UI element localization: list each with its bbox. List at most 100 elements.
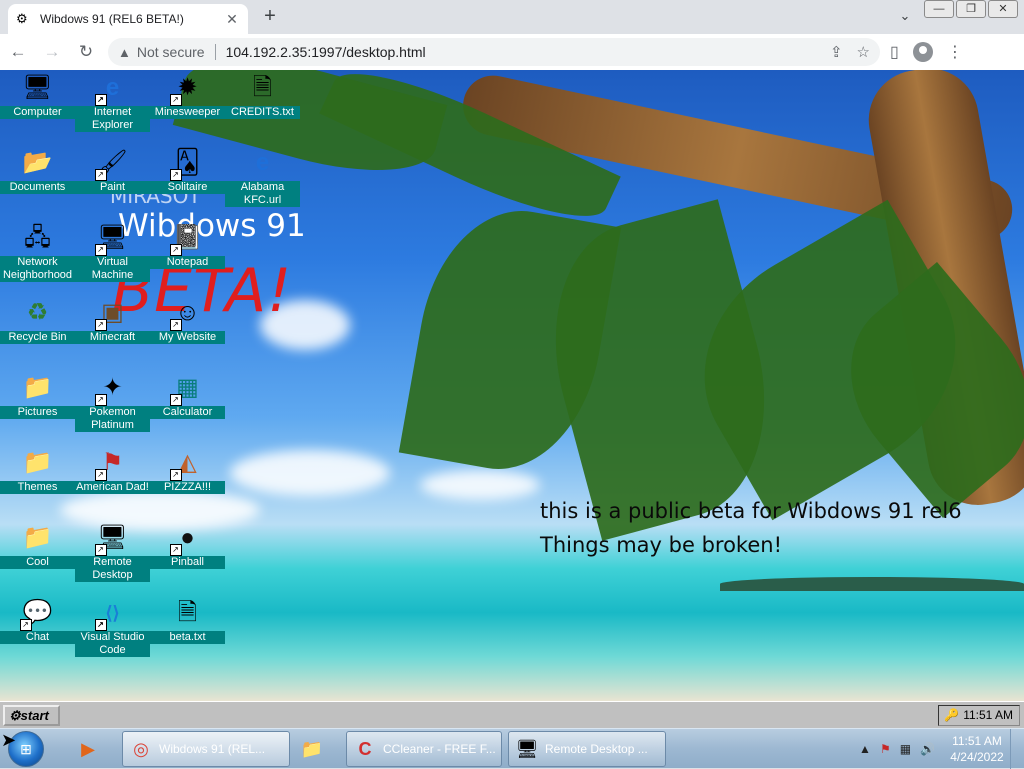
ccleaner-icon: C xyxy=(358,739,372,759)
share-icon[interactable]: ⇪ xyxy=(830,43,843,61)
back-button[interactable]: ← xyxy=(2,36,34,68)
restore-button[interactable]: ❐ xyxy=(956,0,986,18)
profile-avatar[interactable] xyxy=(912,42,933,62)
remote-desktop-icon: 🖥 xyxy=(515,739,539,759)
pinball-icon: ● xyxy=(169,522,204,556)
notification-area: ▲ ⚑ ▦ 🔊 11:51 AM 4/24/2022 xyxy=(859,729,1024,769)
cards-icon: 🂡 xyxy=(169,147,204,181)
desktop-icon-my-website[interactable]: ☺My Website xyxy=(150,297,225,344)
desktop-icon-pokemon-platinum[interactable]: ✦Pokemon Platinum xyxy=(75,372,150,432)
desktop-icon-documents[interactable]: 📂 Documents xyxy=(0,147,75,194)
windows-taskbar: ⊞ ▶ ◎ Wibdows 91 (REL... 📁 C CCleaner - … xyxy=(0,728,1024,769)
show-hidden-icons-icon[interactable]: ▲ xyxy=(859,742,871,756)
desktop-icon-remote-desktop[interactable]: 🖥Remote Desktop xyxy=(75,522,150,582)
desktop-icon-cool[interactable]: 📁 Cool xyxy=(0,522,75,569)
address-separator xyxy=(214,44,216,60)
vscode-icon: ⟨⟩ xyxy=(94,597,129,631)
folder-open-icon: 📂 xyxy=(22,149,53,176)
us-flag-icon: ⚑ xyxy=(94,447,129,481)
beta-notice-line2: Things may be broken! xyxy=(540,533,782,557)
key-icon[interactable]: 🔑 xyxy=(944,708,959,722)
desktop-icon-notepad[interactable]: 📓Notepad xyxy=(150,222,225,269)
desktop-icon-pinball[interactable]: ●Pinball xyxy=(150,522,225,569)
notepad-icon: 📓 xyxy=(169,222,204,256)
tab-title: Wibdows 91 (REL6 BETA!) xyxy=(40,12,184,26)
media-player-pin[interactable]: ▶ xyxy=(66,732,110,766)
system-clock[interactable]: 11:51 AM 4/24/2022 xyxy=(944,733,1010,765)
desktop-icon-visual-studio-code[interactable]: ⟨⟩Visual Studio Code xyxy=(75,597,150,657)
island xyxy=(720,577,1024,591)
text-file-icon: 🗎 xyxy=(177,599,198,626)
taskbar-button-remote-desktop[interactable]: 🖥 Remote Desktop ... xyxy=(508,731,666,767)
desktop-icon-alabama-kfc[interactable]: e Alabama KFC.url xyxy=(225,147,300,207)
desktop-icon-solitaire[interactable]: 🂡Solitaire xyxy=(150,147,225,194)
desktop-icon-beta-txt[interactable]: 🗎 beta.txt xyxy=(150,597,225,644)
desktop-icon-calculator[interactable]: ▦Calculator xyxy=(150,372,225,419)
text-file-icon: 🗎 xyxy=(252,74,273,101)
taskbar-button-chrome[interactable]: ◎ Wibdows 91 (REL... xyxy=(122,731,290,767)
beta-notice: this is a public beta for Wibdows 91 rel… xyxy=(540,494,962,562)
desktop-icon-internet-explorer[interactable]: eInternet Explorer xyxy=(75,72,150,132)
desktop-icon-american-dad[interactable]: ⚑American Dad! xyxy=(75,447,150,494)
taskbar-button-label: Remote Desktop ... xyxy=(545,742,648,756)
minimize-button[interactable]: — xyxy=(924,0,954,18)
desktop-icon-credits-txt[interactable]: 🗎 CREDITS.txt xyxy=(225,72,300,119)
minesweeper-icon: ✹ xyxy=(169,72,204,106)
desktop-icon-network-neighborhood[interactable]: 🖧 Network Neighborhood xyxy=(0,222,75,282)
url-text[interactable]: 104.192.2.35:1997/desktop.html xyxy=(226,44,816,60)
desktop[interactable]: MIRASOT Wibdows 91 BETA! this is a publi… xyxy=(0,70,1024,701)
cloud xyxy=(420,470,540,500)
remote-desktop-icon: 🖥 xyxy=(94,522,129,556)
beta-notice-line1: this is a public beta for Wibdows 91 rel… xyxy=(540,499,962,523)
reload-button[interactable]: ↻ xyxy=(70,36,102,68)
minecraft-icon: ▣ xyxy=(94,297,129,331)
network-icon[interactable]: ▦ xyxy=(900,742,911,756)
volume-icon[interactable]: 🔊 xyxy=(920,742,935,756)
pokemon-icon: ✦ xyxy=(94,372,129,406)
desktop-icon-computer[interactable]: 🖥 Computer xyxy=(0,72,75,119)
wibdows-start-button[interactable]: ⚙start xyxy=(3,705,60,726)
desktop-icon-chat[interactable]: 💬Chat xyxy=(0,597,75,644)
tab-search-icon[interactable]: ⌄ xyxy=(895,8,915,28)
desktop-icon-recycle-bin[interactable]: ♻ Recycle Bin xyxy=(0,297,75,344)
browser-toolbar: ← → ↻ ▲ Not secure 104.192.2.35:1997/des… xyxy=(0,34,1024,70)
new-tab-button[interactable]: + xyxy=(258,5,282,29)
folder-icon: 📁 xyxy=(22,449,53,476)
taskbar-button-ccleaner[interactable]: C CCleaner - FREE F... xyxy=(346,731,502,767)
github-icon: ☺ xyxy=(169,297,204,331)
tab-close-icon[interactable]: ✕ xyxy=(224,11,240,28)
computer-icon: 🖥 xyxy=(22,74,53,101)
close-window-button[interactable]: ✕ xyxy=(988,0,1018,18)
menu-icon[interactable]: ⋮ xyxy=(947,42,963,62)
desktop-icon-pictures[interactable]: 📁 Pictures xyxy=(0,372,75,419)
address-bar[interactable]: ▲ Not secure 104.192.2.35:1997/desktop.h… xyxy=(108,38,880,66)
calculator-icon: ▦ xyxy=(169,372,204,406)
side-panel-icon[interactable]: ▯ xyxy=(890,42,899,62)
taskbar-button-label: CCleaner - FREE F... xyxy=(383,742,496,756)
action-center-flag-icon[interactable]: ⚑ xyxy=(880,742,891,756)
window-controls: — ❐ ✕ xyxy=(924,0,1018,18)
desktop-icon-pizzza[interactable]: ◭PIZZZA!!! xyxy=(150,447,225,494)
desktop-icon-minecraft[interactable]: ▣Minecraft xyxy=(75,297,150,344)
virtual-machine-icon: 🖥 xyxy=(94,222,129,256)
recycle-bin-icon: ♻ xyxy=(26,299,49,326)
taskbar-button-label: Wibdows 91 (REL... xyxy=(159,742,266,756)
desktop-icon-virtual-machine[interactable]: 🖥Virtual Machine xyxy=(75,222,150,282)
wibdows-tray: 🔑 11:51 AM xyxy=(938,705,1020,726)
wibdows-clock: 11:51 AM xyxy=(963,708,1013,722)
forward-button[interactable]: → xyxy=(36,36,68,68)
tab-favicon-icon: ⚙ xyxy=(16,11,28,26)
browser-tabstrip: ⚙ Wibdows 91 (REL6 BETA!) ✕ + ⌄ — ❐ ✕ xyxy=(0,0,1024,34)
clock-date: 4/24/2022 xyxy=(950,750,1004,764)
show-desktop-button[interactable] xyxy=(1010,729,1024,769)
security-label[interactable]: Not secure xyxy=(137,44,205,60)
bookmark-star-icon[interactable]: ☆ xyxy=(857,43,870,61)
desktop-icon-themes[interactable]: 📁 Themes xyxy=(0,447,75,494)
folder-icon: 📁 xyxy=(22,524,53,551)
desktop-icon-minesweeper[interactable]: ✹Minesweeper xyxy=(150,72,225,119)
warning-icon[interactable]: ▲ xyxy=(118,45,131,60)
desktop-icon-paint[interactable]: 🖌Paint xyxy=(75,147,150,194)
folder-icon: 📁 xyxy=(22,374,53,401)
explorer-pin[interactable]: 📁 xyxy=(290,732,334,766)
tab-wibdows[interactable]: ⚙ Wibdows 91 (REL6 BETA!) ✕ xyxy=(8,4,248,34)
